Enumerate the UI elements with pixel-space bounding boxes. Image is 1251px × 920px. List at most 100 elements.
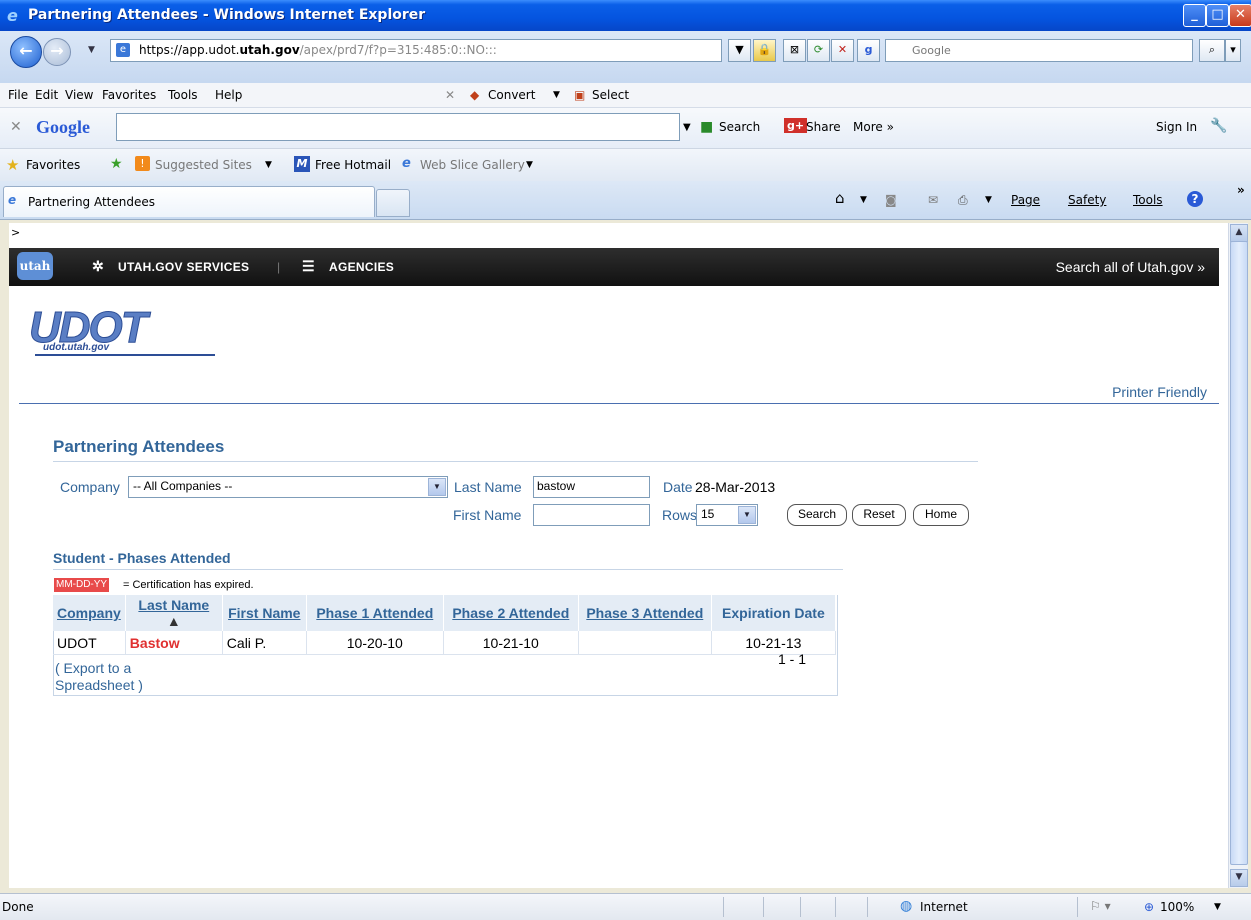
browser-search-input[interactable]: Google [885,39,1193,62]
search-button[interactable]: Search [787,504,847,526]
forward-button[interactable]: → [43,38,71,66]
zoom-level[interactable]: 100% [1160,900,1194,914]
menu-file[interactable]: File [8,88,28,102]
first-name-input[interactable] [533,504,650,526]
home-icon[interactable]: ⌂ [835,189,845,207]
rows-select[interactable]: 15 ▼ [696,504,758,526]
rows-label: Rows [662,507,698,523]
recent-pages-dropdown[interactable]: ▼ [88,45,95,55]
address-bar[interactable]: e https://app.udot.utah.gov/apex/prd7/f?… [110,39,722,62]
status-divider [723,897,724,917]
breadcrumb-marker: > [11,226,21,239]
column-header-company[interactable]: Company [57,605,121,621]
close-toolbar-icon[interactable]: ✕ [445,88,455,102]
cell-phase2: 10-21-10 [443,631,579,655]
printer-friendly-link[interactable]: Printer Friendly [1112,384,1207,400]
search-all-utah-link[interactable]: Search all of Utah.gov » [1056,259,1205,275]
new-tab-button[interactable] [376,189,410,217]
url-domain: utah.gov [239,43,300,57]
gear-icon: ✲ [92,258,105,274]
column-header-last-name[interactable]: Last Name [138,597,209,613]
add-favorite-icon[interactable]: ★ [110,156,123,172]
column-header-phase1[interactable]: Phase 1 Attended [316,605,433,621]
menu-tools[interactable]: Tools [168,88,198,102]
google-search-input[interactable] [116,113,680,141]
safety-menu[interactable]: Safety [1068,193,1106,207]
cell-company: UDOT [53,631,126,655]
status-divider [800,897,801,917]
lock-icon[interactable]: 🔒 [753,39,776,62]
page-menu[interactable]: Page [1011,193,1040,207]
menu-view[interactable]: View [65,88,93,102]
help-icon[interactable]: ? [1187,191,1203,207]
share-button[interactable]: Share [806,120,841,134]
last-name-input[interactable]: bastow [533,476,650,498]
zoom-dropdown[interactable]: ▼ [1214,902,1221,912]
search-provider-icon[interactable]: g [857,39,880,62]
scroll-down-arrow[interactable]: ▼ [1230,869,1248,887]
utah-gov-services-link[interactable]: UTAH.GOV SERVICES [118,260,249,274]
close-window-button[interactable]: ✕ [1229,4,1251,27]
print-icon[interactable]: ⎙ [958,193,968,208]
cell-phase3 [578,631,712,655]
window-title: Partnering Attendees - Windows Internet … [28,7,426,23]
select-button[interactable]: Select [592,88,629,102]
tools-menu[interactable]: Tools [1133,193,1163,207]
google-search-button[interactable]: Search [719,120,760,134]
wrench-icon[interactable]: 🔧 [1210,118,1227,134]
convert-button[interactable]: Convert [488,88,535,102]
home-dropdown[interactable]: ▼ [860,195,867,205]
scroll-thumb[interactable] [1230,241,1248,865]
status-text: Done [2,900,34,914]
utah-gov-logo[interactable]: utah gov [17,252,53,301]
url-path: /apex/prd7/f?p=315:485:0::NO::: [299,43,497,57]
tab-page-icon: e [8,193,17,207]
sign-in-button[interactable]: Sign In [1156,120,1197,134]
menu-favorites[interactable]: Favorites [102,88,156,102]
reset-button[interactable]: Reset [852,504,906,526]
suggested-sites-link[interactable]: Suggested Sites [155,158,252,172]
back-button[interactable]: ← [10,36,42,68]
menu-edit[interactable]: Edit [35,88,58,102]
udot-logo[interactable]: UDOT udot.utah.gov [21,303,231,363]
stop-icon[interactable]: ✕ [831,39,854,62]
scroll-up-arrow[interactable]: ▲ [1230,224,1248,242]
first-name-label: First Name [453,507,522,523]
google-search-dropdown[interactable]: ▼ [683,122,691,133]
refresh-icon[interactable]: ⟳ [807,39,830,62]
free-hotmail-link[interactable]: Free Hotmail [315,158,391,172]
tab-partnering-attendees[interactable]: e Partnering Attendees [3,186,375,217]
company-select[interactable]: -- All Companies -- ▼ [128,476,448,498]
search-options-dropdown[interactable]: ▾ [1225,39,1241,62]
read-mail-icon[interactable]: ✉ [928,193,938,207]
web-slice-gallery-link[interactable]: Web Slice Gallery [420,158,525,172]
column-header-phase2[interactable]: Phase 2 Attended [452,605,569,621]
section-title: Student - Phases Attended [53,550,231,566]
address-dropdown-button[interactable]: ▼ [728,39,751,62]
menu-help[interactable]: Help [215,88,242,102]
more-button[interactable]: More » [853,120,894,134]
pagination: 1 - 1 [778,651,807,667]
search-go-icon[interactable]: ⌕ [1199,39,1225,62]
feeds-icon[interactable]: ◙ [885,193,897,207]
close-google-toolbar-icon[interactable]: ✕ [10,119,22,135]
favorites-button[interactable]: Favorites [26,158,80,172]
agencies-link[interactable]: AGENCIES [329,260,394,274]
print-dropdown[interactable]: ▼ [985,195,992,205]
export-spreadsheet-link[interactable]: ( Export to a Spreadsheet ) [55,660,143,694]
web-slice-dropdown[interactable]: ▼ [526,160,533,170]
minimize-button[interactable]: _ [1183,4,1206,27]
favorites-bar: ★ Favorites ★ ! Suggested Sites ▼ M Free… [0,149,1251,181]
vertical-scrollbar[interactable]: ▲ ▼ [1228,223,1248,888]
status-divider [835,897,836,917]
header-divider [19,403,1219,404]
suggested-sites-dropdown[interactable]: ▼ [265,160,272,170]
column-header-first-name[interactable]: First Name [228,605,300,621]
toolbar-overflow-icon[interactable]: » [1237,183,1245,197]
convert-dropdown-icon[interactable]: ▼ [553,90,560,100]
home-button[interactable]: Home [913,504,969,526]
protected-mode-icon[interactable]: ⚐ ▾ [1090,899,1111,913]
maximize-button[interactable]: □ [1206,4,1229,27]
compatibility-view-icon[interactable]: ⊠ [783,39,806,62]
column-header-phase3[interactable]: Phase 3 Attended [586,605,703,621]
